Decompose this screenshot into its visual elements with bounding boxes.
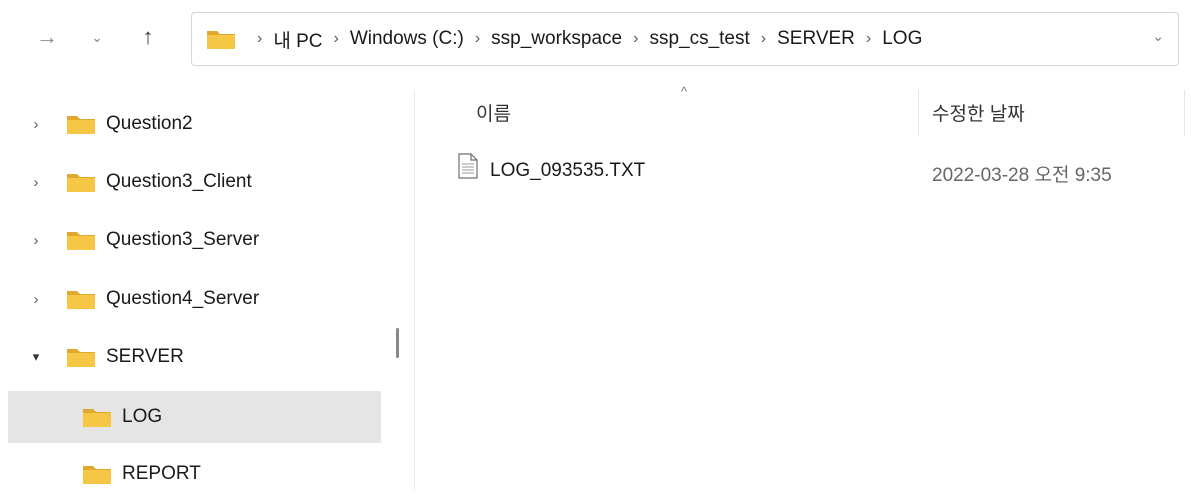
tree-item-log[interactable]: LOG [8, 391, 381, 443]
tree-item-server[interactable]: ▾ SERVER [0, 331, 382, 383]
tree-item-question2[interactable]: › Question2 [0, 98, 382, 150]
chevron-right-icon: › [633, 30, 639, 47]
chevron-right-icon: › [760, 30, 767, 47]
tree-item-question3-client[interactable]: › Question3_Client [0, 156, 382, 208]
chevron-right-icon[interactable]: › [28, 116, 44, 133]
column-header-date-modified[interactable]: 수정한 날짜 [932, 99, 1025, 126]
chevron-right-icon: › [333, 30, 339, 47]
folder-icon [67, 349, 95, 367]
chevron-right-icon[interactable]: › [28, 174, 44, 191]
arrow-right-icon: → [36, 24, 58, 49]
folder-icon [67, 174, 95, 192]
pane-divider[interactable] [414, 90, 415, 490]
arrow-up-icon: ↑ [142, 24, 154, 49]
sort-ascending-icon: ^ [681, 84, 688, 99]
text-file-icon [458, 153, 478, 179]
chevron-down-icon: ⌄ [91, 28, 103, 45]
address-bar[interactable]: › 내 PC › Windows (C:) › ssp_workspace › … [191, 12, 1179, 66]
folder-icon [207, 31, 235, 49]
tree-item-label: Question3_Server [106, 229, 260, 250]
navigation-bar: → ⌄ ↑ › 내 PC › Windows (C:) › ssp_worksp… [0, 0, 1191, 75]
tree-item-label: LOG [122, 406, 163, 427]
breadcrumb-server[interactable]: SERVER [777, 28, 855, 50]
breadcrumb-log[interactable]: LOG [882, 28, 922, 50]
column-divider[interactable] [1184, 90, 1185, 136]
chevron-right-icon[interactable]: › [28, 291, 44, 308]
folder-icon [67, 291, 95, 309]
column-divider[interactable] [918, 90, 919, 136]
tree-item-label: Question2 [106, 113, 193, 134]
folder-icon [83, 409, 111, 427]
chevron-right-icon[interactable]: › [28, 232, 44, 249]
tree-item-report[interactable]: REPORT [0, 448, 382, 500]
tree-item-label: SERVER [106, 346, 184, 367]
chevron-right-icon: › [257, 30, 263, 47]
navigation-pane: › Question2 › Question3_Client › Questio… [0, 90, 386, 490]
breadcrumb-ssp-workspace[interactable]: ssp_workspace [491, 28, 622, 50]
tree-item-question3-server[interactable]: › Question3_Server [0, 214, 382, 266]
back-button[interactable]: → [32, 20, 62, 54]
breadcrumb-my-pc[interactable]: 내 PC [273, 26, 322, 53]
folder-icon [83, 466, 111, 484]
up-button[interactable]: ↑ [133, 20, 163, 54]
file-row[interactable]: LOG_093535.TXT 2022-03-28 오전 9:35 [450, 148, 1185, 194]
folder-icon [67, 232, 95, 250]
chevron-right-icon: › [474, 30, 481, 47]
chevron-down-icon[interactable]: ▾ [28, 349, 44, 365]
file-name: LOG_093535.TXT [490, 160, 646, 181]
tree-item-label: Question3_Client [106, 171, 252, 192]
address-history-dropdown-icon[interactable]: ⌄ [1152, 28, 1164, 45]
navigation-pane-scrollbar[interactable] [396, 328, 399, 358]
folder-icon [67, 116, 95, 134]
tree-item-label: Question4_Server [106, 288, 260, 309]
chevron-right-icon: › [865, 30, 872, 47]
recent-locations-button[interactable]: ⌄ [82, 20, 112, 54]
breadcrumb-windows-c[interactable]: Windows (C:) [350, 28, 464, 50]
file-date-modified: 2022-03-28 오전 9:35 [932, 165, 1112, 186]
tree-item-label: REPORT [122, 463, 201, 484]
column-header-name[interactable]: 이름 [476, 99, 511, 126]
tree-item-question4-server[interactable]: › Question4_Server [0, 273, 382, 325]
breadcrumb-ssp-cs-test[interactable]: ssp_cs_test [649, 28, 749, 50]
